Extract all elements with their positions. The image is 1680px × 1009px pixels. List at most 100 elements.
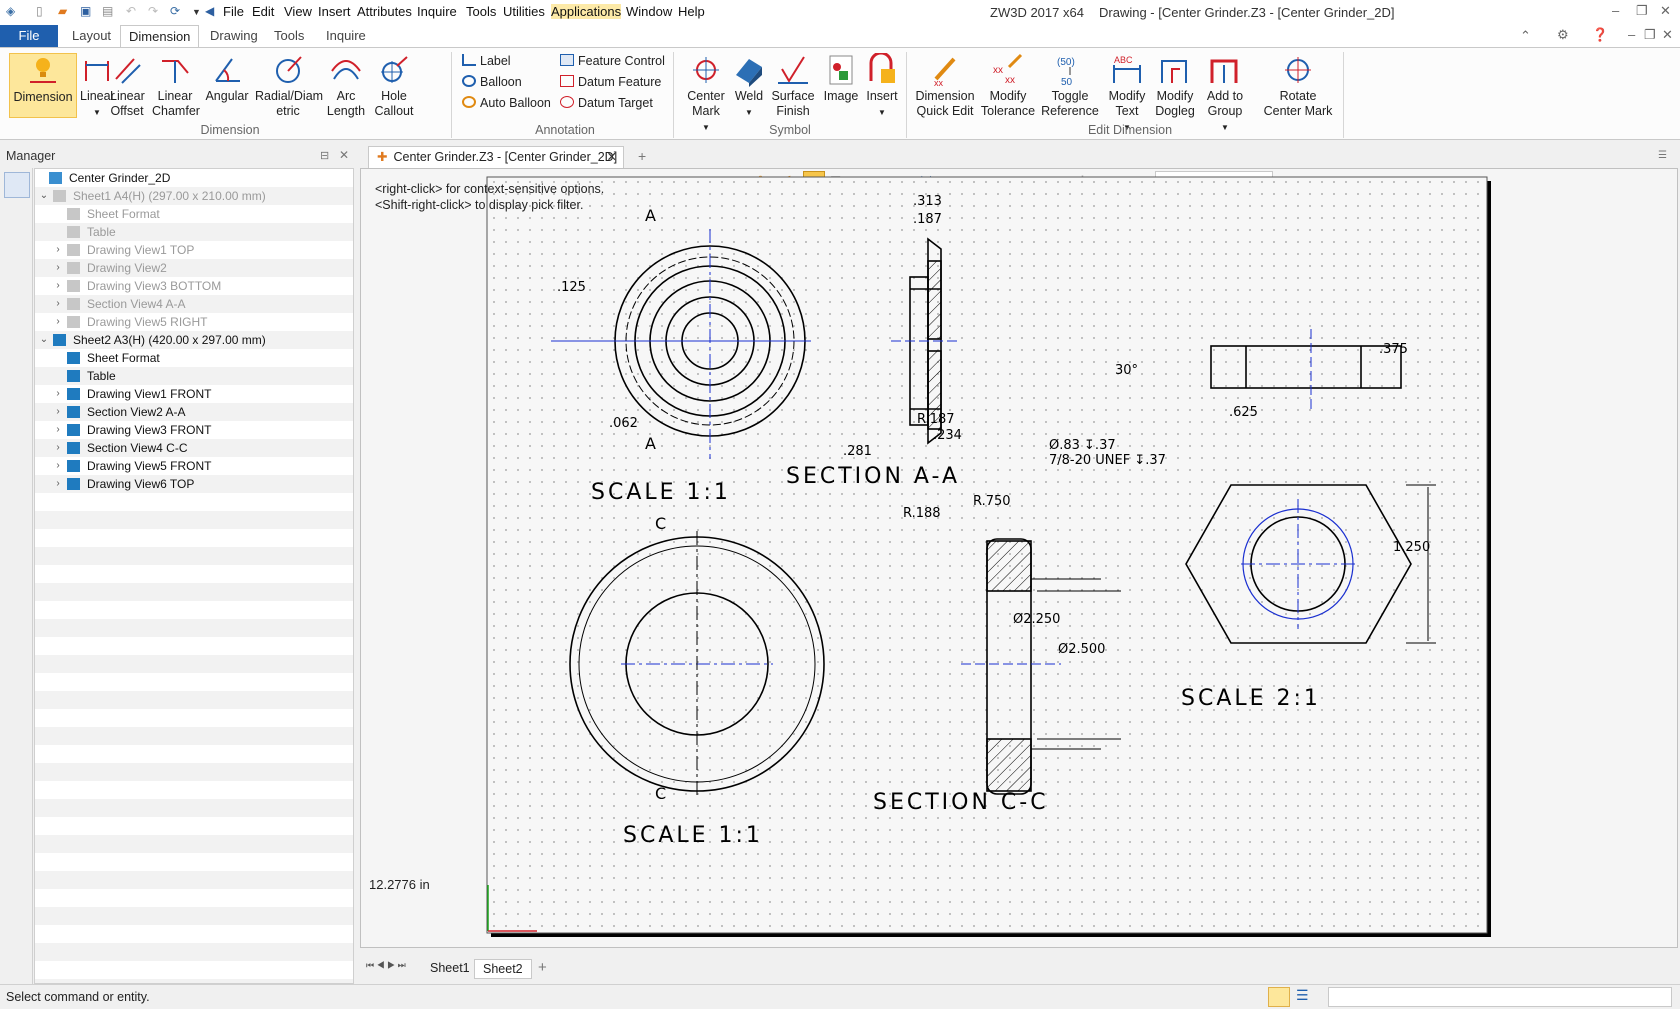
new-tab-icon[interactable]: + (638, 148, 646, 164)
expand-icon[interactable]: › (53, 313, 63, 331)
tree-row[interactable]: Sheet Format (35, 349, 353, 367)
drawing-sheet[interactable]: SCALE 1:1 SECTION A-A SCALE 1:1 SECTION … (361, 169, 1679, 949)
hole-callout-button[interactable]: Hole Callout (372, 53, 416, 119)
menu-inquire[interactable]: Inquire (417, 4, 457, 19)
menu-edit[interactable]: Edit (252, 4, 274, 19)
linear-offset-button[interactable]: Linear Offset (110, 53, 145, 119)
drawing-canvas[interactable]: ⇦ ✎ ✐ ▽ All ⤫ ▦ ◎ ▭ ▬ ✲ ▬ ◆ ● Layer0000 … (360, 168, 1678, 948)
expand-icon[interactable]: › (53, 259, 63, 277)
back-arrow-icon[interactable]: ◀ (205, 4, 214, 20)
image-button[interactable]: Image (822, 53, 860, 104)
dimension-quick-edit-button[interactable]: xx Dimension Quick Edit (914, 53, 976, 119)
datum-feature-button[interactable]: Datum Feature (560, 75, 661, 89)
sheet-tab-2[interactable]: Sheet2 (474, 959, 532, 979)
menu-attributes[interactable]: Attributes (357, 4, 412, 19)
angular-button[interactable]: Angular (204, 53, 250, 104)
save-icon[interactable]: ▣ (80, 4, 91, 20)
app-logo-icon[interactable]: ◈ (6, 4, 15, 20)
menu-help[interactable]: Help (678, 4, 705, 19)
tree-row[interactable]: › Section View4 C-C (35, 439, 353, 457)
label-button[interactable]: Label (462, 54, 511, 68)
auto-balloon-button[interactable]: Auto Balloon (462, 96, 551, 110)
undo-icon[interactable]: ↶ (126, 4, 136, 20)
tree-row[interactable]: Sheet Format (35, 205, 353, 223)
status-toggle-icon[interactable] (1268, 987, 1290, 1007)
expand-icon[interactable]: › (53, 295, 63, 313)
rotate-center-mark-button[interactable]: Rotate Center Mark (1262, 53, 1334, 119)
tree-row[interactable]: › Section View2 A-A (35, 403, 353, 421)
add-sheet-icon[interactable]: + (538, 959, 547, 976)
menu-utilities[interactable]: Utilities (503, 4, 545, 19)
tree-row[interactable]: Table (35, 367, 353, 385)
menu-insert[interactable]: Insert (318, 4, 351, 19)
expand-icon[interactable]: › (53, 439, 63, 457)
tree-row[interactable]: Table (35, 223, 353, 241)
doc-tab-close-icon[interactable]: ✕ (607, 147, 617, 168)
tab-dimension[interactable]: Dimension (120, 25, 200, 47)
tree-row[interactable]: › Drawing View6 TOP (35, 475, 353, 493)
center-mark-button[interactable]: Center Mark▼ (684, 53, 728, 135)
refresh-icon[interactable]: ⟳ (170, 4, 180, 20)
menu-window[interactable]: Window (626, 4, 672, 19)
feature-control-button[interactable]: Feature Control (560, 54, 665, 68)
restore-icon[interactable]: ❐ (1636, 3, 1648, 19)
redo-icon[interactable]: ↷ (148, 4, 158, 20)
collapse-icon[interactable]: ⌄ (39, 331, 49, 349)
command-input[interactable] (1328, 987, 1672, 1007)
expand-icon[interactable]: › (53, 421, 63, 439)
modify-tolerance-button[interactable]: xx xx Modify Tolerance (980, 53, 1036, 119)
tab-layout[interactable]: Layout (64, 25, 119, 47)
tree-row[interactable]: › Drawing View3 FRONT (35, 421, 353, 439)
modify-dogleg-button[interactable]: Modify Dogleg (1152, 53, 1198, 119)
sheet-nav-icons[interactable]: ⏮ ◀ ▶ ⏭ (366, 960, 406, 971)
expand-icon[interactable]: › (53, 277, 63, 295)
toggle-reference-button[interactable]: (50) 50 Toggle Reference (1040, 53, 1100, 119)
dimension-button[interactable]: Dimension (9, 53, 77, 118)
tree-row[interactable]: › Drawing View5 RIGHT (35, 313, 353, 331)
expand-icon[interactable]: › (53, 385, 63, 403)
help-icon[interactable]: ❓ (1592, 27, 1608, 43)
weld-button[interactable]: Weld ▼ (731, 53, 767, 120)
tree-row[interactable]: › Drawing View2 (35, 259, 353, 277)
collapse-ribbon-icon[interactable]: ⌃ (1520, 28, 1531, 44)
tab-file[interactable]: File (0, 25, 58, 47)
minimize-icon[interactable]: – (1612, 3, 1619, 18)
drawing-manager-icon[interactable] (4, 172, 30, 198)
menu-tools[interactable]: Tools (466, 4, 496, 19)
quick-access-dropdown-icon[interactable]: ▼ (192, 7, 201, 23)
settings-gear-icon[interactable]: ⚙ (1557, 27, 1569, 43)
tree-row[interactable]: › Drawing View5 FRONT (35, 457, 353, 475)
doc-restore-icon[interactable]: ❐ (1644, 27, 1656, 43)
expand-icon[interactable]: › (53, 403, 63, 421)
doc-minimize-icon[interactable]: – (1628, 27, 1635, 42)
doc-close-icon[interactable]: ✕ (1662, 27, 1673, 43)
print-icon[interactable]: ▤ (102, 4, 113, 20)
surface-finish-button[interactable]: Surface Finish (769, 53, 817, 119)
menu-file[interactable]: File (223, 4, 244, 19)
sheet-tab-1[interactable]: Sheet1 (422, 959, 478, 979)
tab-list-icon[interactable]: ☰ (1658, 150, 1667, 161)
tab-inquire[interactable]: Inquire (318, 25, 374, 47)
tab-tools[interactable]: Tools (266, 25, 312, 47)
radial-diametric-button[interactable]: Radial/Diam etric (255, 53, 323, 119)
balloon-button[interactable]: Balloon (462, 75, 522, 89)
tree-row[interactable]: Center Grinder_2D (35, 169, 353, 187)
new-file-icon[interactable]: ▯ (36, 4, 43, 20)
open-file-icon[interactable]: ▰ (58, 4, 67, 20)
linear-chamfer-button[interactable]: Linear Chamfer (152, 53, 200, 119)
tab-drawing[interactable]: Drawing (202, 25, 266, 47)
expand-icon[interactable]: › (53, 241, 63, 259)
panel-close-icon[interactable]: ✕ (339, 148, 349, 162)
tree-row[interactable]: › Section View4 A-A (35, 295, 353, 313)
status-list-icon[interactable]: ☰ (1296, 987, 1309, 1004)
menu-view[interactable]: View (284, 4, 312, 19)
document-tab[interactable]: ✚ Center Grinder.Z3 - [Center Grinder_2D]… (368, 146, 624, 168)
datum-target-button[interactable]: Datum Target (560, 96, 653, 110)
arc-length-button[interactable]: Arc Length (326, 53, 366, 119)
tree-row[interactable]: ⌄ Sheet1 A4(H) (297.00 x 210.00 mm) (35, 187, 353, 205)
expand-icon[interactable]: › (53, 475, 63, 493)
tree-row[interactable]: › Drawing View1 FRONT (35, 385, 353, 403)
expand-icon[interactable]: › (53, 457, 63, 475)
collapse-icon[interactable]: ⌄ (39, 187, 49, 205)
tree-row[interactable]: › Drawing View1 TOP (35, 241, 353, 259)
